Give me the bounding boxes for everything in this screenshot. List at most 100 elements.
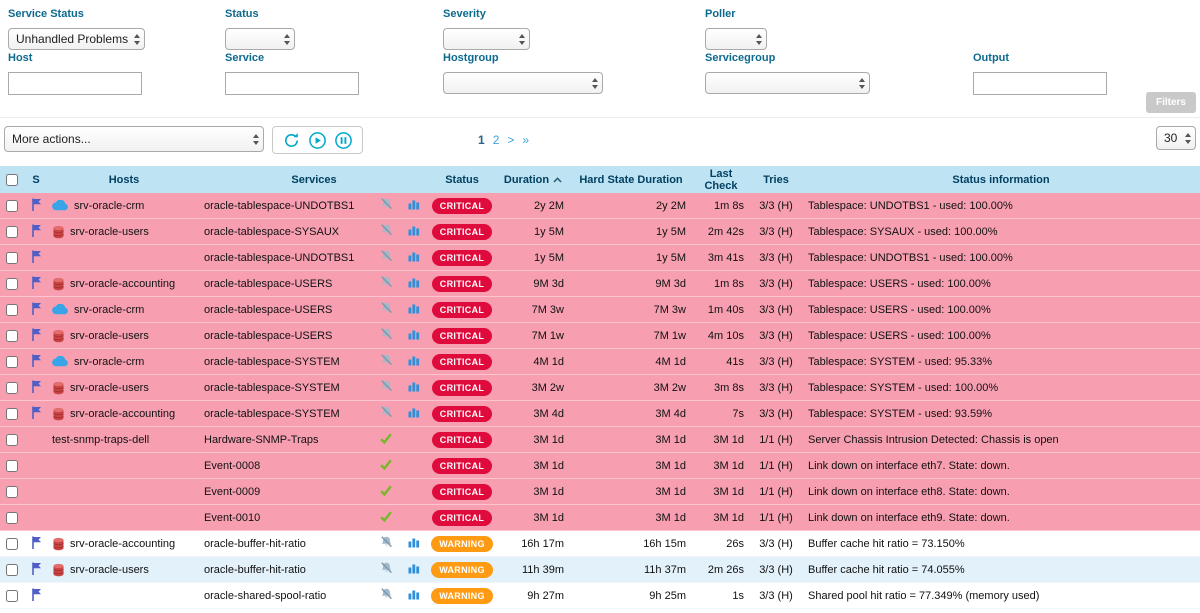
page-2-link[interactable]: 2 xyxy=(493,133,500,147)
status-select[interactable] xyxy=(225,28,295,50)
host-name[interactable]: srv-oracle-users xyxy=(70,564,149,576)
tries-value: 3/3 (H) xyxy=(750,564,802,576)
last-check-value: 26s xyxy=(692,538,750,550)
service-name[interactable]: Event-0010 xyxy=(200,512,372,524)
service-name[interactable]: oracle-tablespace-USERS xyxy=(200,278,372,290)
select-row-checkbox[interactable] xyxy=(6,538,18,550)
refresh-icon[interactable] xyxy=(282,131,301,150)
service-name[interactable]: oracle-shared-spool-ratio xyxy=(200,590,372,602)
performance-graph-icon[interactable] xyxy=(408,328,420,340)
select-row-checkbox[interactable] xyxy=(6,330,18,342)
host-name[interactable]: srv-oracle-crm xyxy=(74,304,144,316)
host-name[interactable]: srv-oracle-accounting xyxy=(70,408,175,420)
select-row-checkbox[interactable] xyxy=(6,252,18,264)
status-badge: CRITICAL xyxy=(432,250,492,266)
select-row-checkbox[interactable] xyxy=(6,512,18,524)
select-row-checkbox[interactable] xyxy=(6,382,18,394)
page-next-link[interactable]: > xyxy=(507,133,514,147)
table-row: srv-oracle-crm oracle-tablespace-UNDOTBS… xyxy=(0,193,1200,219)
passive-check-icon xyxy=(380,485,392,496)
database-host-icon xyxy=(52,407,65,421)
host-name[interactable]: srv-oracle-users xyxy=(70,226,149,238)
host-input[interactable] xyxy=(8,72,142,95)
column-header-duration[interactable]: Duration xyxy=(496,174,570,186)
select-row-checkbox[interactable] xyxy=(6,226,18,238)
page-current[interactable]: 1 xyxy=(478,133,485,147)
column-header-s[interactable]: S xyxy=(24,174,48,186)
service-name[interactable]: oracle-tablespace-USERS xyxy=(200,330,372,342)
performance-graph-icon[interactable] xyxy=(408,536,420,548)
last-check-value: 3m 41s xyxy=(692,252,750,264)
select-row-checkbox[interactable] xyxy=(6,278,18,290)
performance-graph-icon[interactable] xyxy=(408,562,420,574)
service-name[interactable]: oracle-tablespace-SYSAUX xyxy=(200,226,372,238)
per-page-select[interactable]: 30 xyxy=(1156,126,1196,150)
column-header-status[interactable]: Status xyxy=(428,174,496,186)
service-name[interactable]: oracle-tablespace-UNDOTBS1 xyxy=(200,252,372,264)
host-name[interactable]: srv-oracle-crm xyxy=(74,200,144,212)
select-row-checkbox[interactable] xyxy=(6,356,18,368)
performance-graph-icon[interactable] xyxy=(408,380,420,392)
select-row-checkbox[interactable] xyxy=(6,200,18,212)
service-name[interactable]: oracle-tablespace-SYSTEM xyxy=(200,408,372,420)
column-header-tries[interactable]: Tries xyxy=(750,174,802,186)
duration-value: 7M 1w xyxy=(496,330,570,342)
host-name[interactable]: test-snmp-traps-dell xyxy=(52,434,149,446)
column-header-services[interactable]: Services xyxy=(200,174,428,186)
tries-value: 3/3 (H) xyxy=(750,330,802,342)
column-header-status-information[interactable]: Status information xyxy=(802,174,1200,186)
column-header-hard-state-duration[interactable]: Hard State Duration xyxy=(570,174,692,186)
service-name[interactable]: oracle-tablespace-SYSTEM xyxy=(200,356,372,368)
host-name[interactable]: srv-oracle-crm xyxy=(74,356,144,368)
hostgroup-select[interactable] xyxy=(443,72,603,94)
play-icon[interactable] xyxy=(308,131,327,150)
filter-panel: Service Status Unhandled Problems Status… xyxy=(0,0,1200,118)
poller-select[interactable] xyxy=(705,28,767,50)
select-row-checkbox[interactable] xyxy=(6,434,18,446)
service-name[interactable]: oracle-tablespace-USERS xyxy=(200,304,372,316)
performance-graph-icon[interactable] xyxy=(408,198,420,210)
select-row-checkbox[interactable] xyxy=(6,564,18,576)
select-row-checkbox[interactable] xyxy=(6,304,18,316)
performance-graph-icon[interactable] xyxy=(408,250,420,262)
severity-select[interactable] xyxy=(443,28,530,50)
performance-graph-icon[interactable] xyxy=(408,588,420,600)
service-name[interactable]: oracle-tablespace-UNDOTBS1 xyxy=(200,200,372,212)
host-name[interactable]: srv-oracle-accounting xyxy=(70,278,175,290)
select-all-checkbox[interactable] xyxy=(6,174,18,186)
last-check-value: 4m 10s xyxy=(692,330,750,342)
service-name[interactable]: Hardware-SNMP-Traps xyxy=(200,434,372,446)
last-check-value: 3M 1d xyxy=(692,512,750,524)
service-name[interactable]: oracle-tablespace-SYSTEM xyxy=(200,382,372,394)
more-actions-select[interactable]: More actions... xyxy=(4,126,264,152)
select-row-checkbox[interactable] xyxy=(6,408,18,420)
service-name[interactable]: Event-0008 xyxy=(200,460,372,472)
duration-value: 9M 3d xyxy=(496,278,570,290)
servicegroup-select[interactable] xyxy=(705,72,870,94)
service-name[interactable]: oracle-buffer-hit-ratio xyxy=(200,538,372,550)
service-status-select[interactable]: Unhandled Problems xyxy=(8,28,145,50)
output-input[interactable] xyxy=(973,72,1107,95)
performance-graph-icon[interactable] xyxy=(408,406,420,418)
service-name[interactable]: Event-0009 xyxy=(200,486,372,498)
page-last-link[interactable]: » xyxy=(522,133,529,147)
host-name[interactable]: srv-oracle-users xyxy=(70,330,149,342)
database-host-icon xyxy=(52,381,65,395)
host-name[interactable]: srv-oracle-accounting xyxy=(70,538,175,550)
select-row-checkbox[interactable] xyxy=(6,590,18,602)
select-row-checkbox[interactable] xyxy=(6,486,18,498)
performance-graph-icon[interactable] xyxy=(408,276,420,288)
host-name[interactable]: srv-oracle-users xyxy=(70,382,149,394)
pause-icon[interactable] xyxy=(334,131,353,150)
filters-button[interactable]: Filters xyxy=(1146,92,1196,113)
performance-graph-icon[interactable] xyxy=(408,302,420,314)
table-row: srv-oracle-crm oracle-tablespace-SYSTEM xyxy=(0,349,1200,375)
service-name[interactable]: oracle-buffer-hit-ratio xyxy=(200,564,372,576)
column-header-last-check[interactable]: Last Check xyxy=(692,168,750,192)
performance-graph-icon[interactable] xyxy=(408,224,420,236)
column-header-hosts[interactable]: Hosts xyxy=(48,174,200,186)
select-row-checkbox[interactable] xyxy=(6,460,18,472)
last-check-value: 2m 26s xyxy=(692,564,750,576)
service-input[interactable] xyxy=(225,72,359,95)
performance-graph-icon[interactable] xyxy=(408,354,420,366)
